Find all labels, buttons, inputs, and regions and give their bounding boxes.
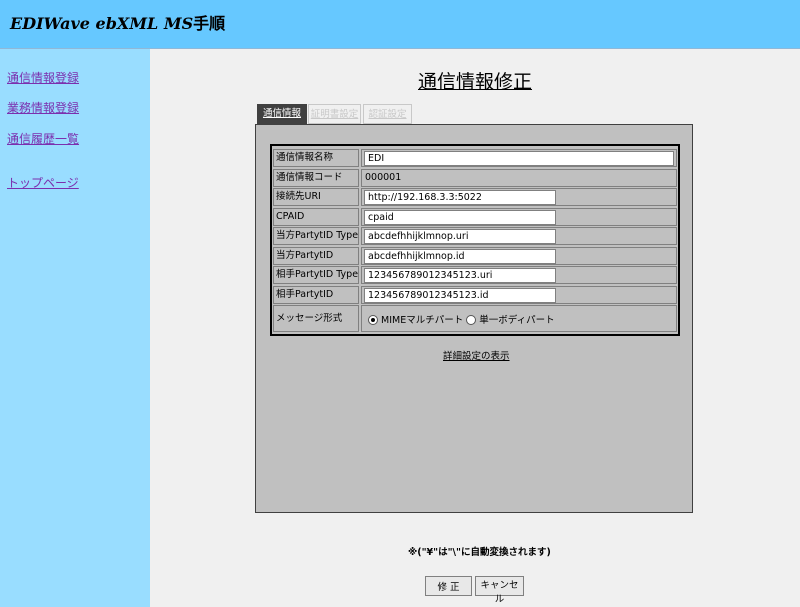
- field-label: 接続先URI: [273, 188, 359, 206]
- field-cell: [361, 227, 677, 245]
- tab-comm-info[interactable]: 通信情報: [257, 104, 307, 124]
- own-party-id-input[interactable]: [364, 249, 556, 264]
- field-label: 通信情報コード: [273, 169, 359, 187]
- field-cell: [361, 188, 677, 206]
- field-cell: 000001: [361, 169, 677, 187]
- field-cell: [361, 247, 677, 265]
- app-title-text: EDIWave ebXML MS: [10, 14, 194, 33]
- field-label: メッセージ形式: [273, 305, 359, 332]
- cpaid-input[interactable]: [364, 210, 556, 225]
- radio-mime-multipart-label: MIMEマルチパート: [381, 315, 464, 326]
- cancel-button[interactable]: キャンセル: [475, 576, 524, 605]
- field-label: 相手PartytID Type: [273, 266, 359, 284]
- tab-certificate[interactable]: 証明書設定: [308, 104, 361, 124]
- field-cell: [361, 208, 677, 226]
- field-cell: MIMEマルチパート 単一ボディパート: [361, 305, 677, 332]
- sidebar: 通信情報登録 業務情報登録 通信履歴一覧 トップページ: [0, 49, 150, 607]
- comm-name-input[interactable]: [364, 151, 674, 166]
- radio-mime-multipart[interactable]: [368, 315, 378, 325]
- sidebar-item-business-register[interactable]: 業務情報登録: [7, 99, 79, 116]
- sidebar-item-comm-history[interactable]: 通信履歴一覧: [7, 130, 79, 147]
- sidebar-item-comm-register[interactable]: 通信情報登録: [7, 69, 79, 86]
- uri-input[interactable]: [364, 190, 556, 205]
- app-title: EDIWave ebXML MS手順: [10, 10, 225, 34]
- conversion-note: ※("¥"は"\"に自動変換されます): [408, 547, 551, 558]
- field-label: 当方PartytID Type: [273, 227, 359, 245]
- radio-single-body[interactable]: [466, 315, 477, 325]
- other-party-id-input[interactable]: [364, 288, 556, 303]
- field-cell: [361, 149, 677, 167]
- own-party-type-input[interactable]: [364, 229, 556, 244]
- sidebar-item-top-page[interactable]: トップページ: [7, 174, 79, 191]
- field-label: 相手PartytID: [273, 286, 359, 304]
- field-cell: [361, 266, 677, 284]
- tab-auth[interactable]: 認証設定: [363, 104, 412, 124]
- app-title-suffix: 手順: [193, 14, 226, 33]
- field-label: CPAID: [273, 208, 359, 226]
- field-label: 通信情報名称: [273, 149, 359, 167]
- submit-button[interactable]: 修 正: [425, 576, 472, 596]
- detail-settings-link[interactable]: 詳細設定の表示: [443, 348, 510, 362]
- header-bar: EDIWave ebXML MS手順: [0, 0, 800, 49]
- message-format-radio-group: MIMEマルチパート 単一ボディパート: [368, 312, 555, 326]
- field-label: 当方PartytID: [273, 247, 359, 265]
- radio-single-body-label: 単一ボディパート: [479, 315, 555, 326]
- other-party-type-input[interactable]: [364, 268, 556, 283]
- comm-code-value: 000001: [365, 172, 402, 183]
- page-title: 通信情報修正: [418, 71, 533, 93]
- field-cell: [361, 286, 677, 304]
